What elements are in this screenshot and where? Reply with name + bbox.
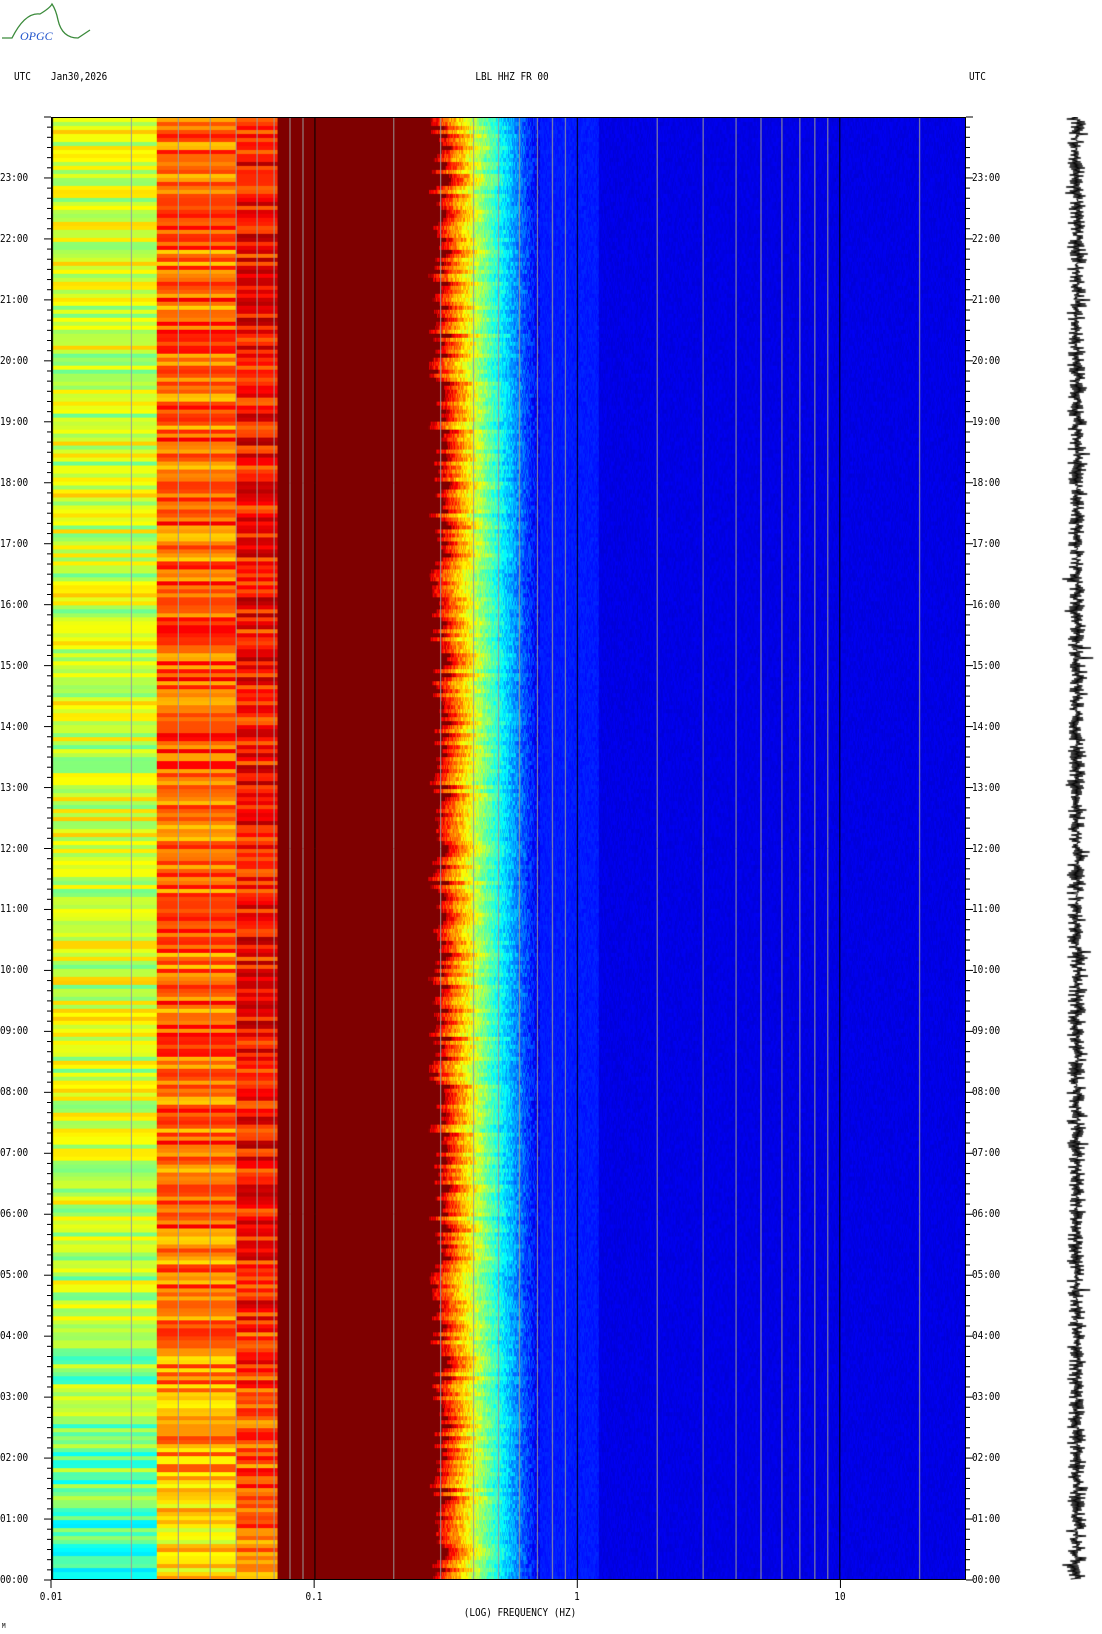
y-tick-label-right: 01:00 [972,1512,1001,1526]
y-tick-label-left: 00:00 [0,1573,29,1586]
y-tick-label-left: 06:00 [0,1207,29,1221]
y-tick-label-left: 20:00 [0,353,29,367]
y-tick-label-right: 11:00 [972,902,1001,916]
y-tick-label-right: 14:00 [972,719,1001,733]
y-tick-label-right: 21:00 [972,292,1001,306]
y-tick-label-right: 19:00 [972,414,1001,428]
x-axis-label: (LOG) FREQUENCY (HZ) [463,1606,577,1619]
y-tick-label-left: 04:00 [0,1329,29,1343]
y-tick-label-left: 16:00 [0,597,29,611]
y-tick-label-right: 23:00 [972,170,1001,184]
y-tick-label-left: 23:00 [0,170,29,184]
y-tick-label-left: 17:00 [0,536,29,550]
y-tick-label-left: 10:00 [0,963,29,977]
y-tick-label-left: 21:00 [0,292,29,306]
y-tick-label-right: 15:00 [972,658,1001,672]
x-tick-label: 0.01 [39,1590,63,1603]
y-tick-label-left: 11:00 [0,902,29,916]
y-tick-label-right: 10:00 [972,963,1001,977]
x-tick-label: 0.1 [305,1590,323,1603]
footer-mark: M [2,1622,6,1630]
y-tick-label-left: 19:00 [0,414,29,428]
y-tick-label-right: 08:00 [972,1085,1001,1099]
y-tick-label-left: 13:00 [0,780,29,794]
y-tick-label-left: 03:00 [0,1390,29,1404]
y-tick-label-right: 00:00 [972,1573,1001,1586]
y-tick-label-left: 12:00 [0,841,29,855]
y-tick-label-left: 05:00 [0,1268,29,1282]
seismogram-trace [1055,117,1099,1580]
y-tick-label-right: 07:00 [972,1146,1001,1160]
y-tick-label-right: 09:00 [972,1024,1001,1038]
y-tick-label-right: 13:00 [972,780,1001,794]
y-tick-label-left: 15:00 [0,658,29,672]
x-tick-label: 10 [834,1590,847,1603]
y-tick-label-right: 17:00 [972,536,1001,550]
y-tick-label-left: 01:00 [0,1512,29,1526]
y-tick-label-left: 08:00 [0,1085,29,1099]
y-tick-label-right: 20:00 [972,353,1001,367]
chart-axes [44,116,973,1588]
y-tick-label-right: 18:00 [972,475,1001,489]
x-tick-label: 1 [574,1590,581,1603]
y-tick-label-right: 03:00 [972,1390,1001,1404]
y-tick-label-right: 22:00 [972,231,1001,245]
y-tick-label-left: 02:00 [0,1451,29,1465]
y-tick-label-right: 04:00 [972,1329,1001,1343]
y-tick-label-right: 16:00 [972,597,1001,611]
y-tick-label-left: 09:00 [0,1024,29,1038]
y-tick-label-right: 12:00 [972,841,1001,855]
y-tick-label-right: 06:00 [972,1207,1001,1221]
y-tick-label-left: 07:00 [0,1146,29,1160]
y-tick-label-left: 18:00 [0,475,29,489]
y-tick-label-left: 22:00 [0,231,29,245]
y-tick-label-right: 05:00 [972,1268,1001,1282]
y-tick-label-right: 02:00 [972,1451,1001,1465]
y-tick-label-left: 14:00 [0,719,29,733]
